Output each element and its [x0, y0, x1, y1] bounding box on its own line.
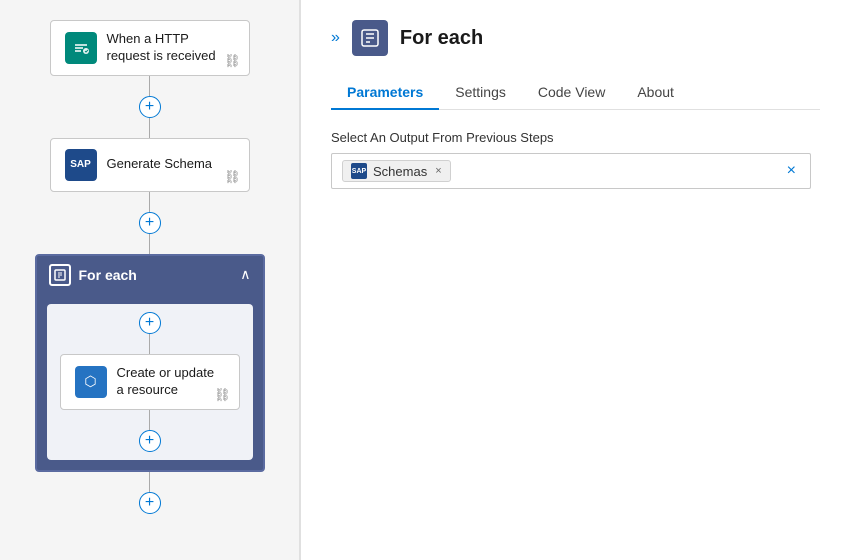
tab-about[interactable]: About	[621, 76, 690, 110]
output-selector[interactable]: SAP Schemas × ×	[331, 153, 811, 189]
sap-icon: SAP	[65, 149, 97, 181]
tag-label: Schemas	[373, 164, 427, 179]
line	[149, 118, 151, 138]
detail-panel: » For each Parameters Settings Code View…	[301, 0, 850, 560]
schema-node-label: Generate Schema	[107, 156, 213, 173]
create-node-label: Create or update a resource	[117, 365, 225, 399]
line	[149, 192, 151, 212]
generate-schema-node[interactable]: SAP Generate Schema ⛓	[50, 138, 250, 192]
panel-header: » For each	[331, 20, 820, 56]
add-inner-step-button[interactable]: +	[139, 312, 161, 334]
field-label: Select An Output From Previous Steps	[331, 130, 820, 145]
inner-connector-bottom: +	[139, 410, 161, 452]
panel-title: For each	[400, 27, 483, 50]
tab-bar: Parameters Settings Code View About	[331, 76, 820, 110]
schema-tag: SAP Schemas ×	[342, 160, 451, 182]
add-step-button-3[interactable]: +	[139, 492, 161, 514]
expand-button[interactable]: »	[331, 29, 340, 47]
foreach-icon	[49, 264, 71, 286]
link-icon-3: ⛓	[214, 387, 231, 403]
http-node-label: When a HTTP request is received	[107, 31, 235, 65]
workflow-canvas: When a HTTP request is received ⛓ + SAP …	[0, 0, 300, 560]
inner-connector-top: +	[139, 312, 161, 354]
panel-icon	[352, 20, 388, 56]
add-inner-step-button-2[interactable]: +	[139, 430, 161, 452]
collapse-button[interactable]: ∧	[240, 266, 250, 283]
cube-icon: ⬡	[75, 366, 107, 398]
connector-2: +	[139, 192, 161, 254]
chevron-right-icon: »	[331, 29, 340, 47]
clear-button[interactable]: ×	[783, 162, 800, 180]
foreach-inner: + ⬡ Create or update a resource ⛓ +	[47, 304, 253, 460]
tab-settings[interactable]: Settings	[439, 76, 522, 110]
add-step-button-2[interactable]: +	[139, 212, 161, 234]
foreach-title: For each	[79, 267, 137, 283]
http-icon	[65, 32, 97, 64]
line	[149, 410, 151, 430]
line	[149, 334, 151, 354]
create-resource-node[interactable]: ⬡ Create or update a resource ⛓	[60, 354, 240, 410]
connector-1: +	[139, 76, 161, 138]
link-icon-2: ⛓	[224, 169, 241, 185]
foreach-container: For each ∧ + ⬡ Create or update a resour…	[35, 254, 265, 472]
connector-3: +	[139, 472, 161, 514]
http-request-node[interactable]: When a HTTP request is received ⛓	[50, 20, 250, 76]
tab-code-view[interactable]: Code View	[522, 76, 621, 110]
foreach-header-left: For each	[49, 264, 137, 286]
tag-sap-icon: SAP	[351, 163, 367, 179]
line	[149, 76, 151, 96]
link-icon: ⛓	[224, 53, 241, 69]
tab-parameters[interactable]: Parameters	[331, 76, 439, 110]
line	[149, 472, 151, 492]
foreach-header[interactable]: For each ∧	[37, 256, 263, 294]
add-step-button-1[interactable]: +	[139, 96, 161, 118]
tag-remove-button[interactable]: ×	[435, 165, 441, 177]
line	[149, 234, 151, 254]
